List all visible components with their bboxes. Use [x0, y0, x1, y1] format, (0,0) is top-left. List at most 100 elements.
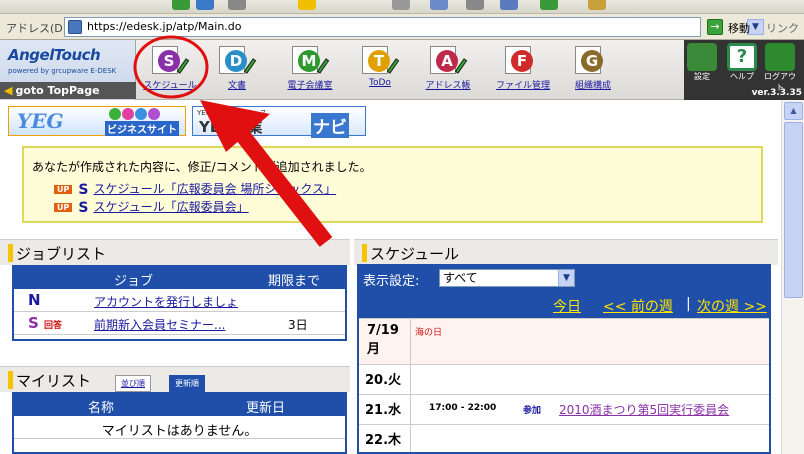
nav-todo[interactable]: T ToDo: [355, 44, 405, 88]
notice-link[interactable]: スケジュール「広報委員会」: [93, 200, 248, 214]
meeting-icon: M: [286, 44, 334, 78]
nav-label: 組織構成: [574, 81, 611, 91]
display-value: すべて: [443, 271, 478, 285]
nav-label: スケジュール: [143, 81, 197, 91]
refresh-icon[interactable]: [172, 0, 190, 10]
url-input[interactable]: https://edesk.jp/atp/Main.do ▼: [64, 17, 764, 37]
navi-tag-text: ナビ: [311, 113, 349, 138]
mylist-title: マイリスト: [16, 372, 92, 390]
address-bar: アドレス(D) https://edesk.jp/atp/Main.do ▼ →…: [0, 14, 804, 40]
help-button[interactable]: ? ヘルプ: [726, 43, 758, 82]
schedule-panel: 表示設定: すべて ▼ 今日 << 前の週 | 次の週 >> 7/19月 海の日…: [357, 264, 771, 454]
day-row: 20.火: [359, 364, 769, 394]
title-bar-accent: [8, 244, 13, 262]
home-icon[interactable]: [196, 0, 214, 10]
discuss-icon[interactable]: [500, 0, 518, 10]
day-label[interactable]: 7/19月: [359, 319, 411, 364]
nav-address-book[interactable]: A アドレス帳: [420, 44, 476, 91]
notice-link[interactable]: スケジュール「広報委員会 場所シダックス」: [93, 182, 336, 196]
help-icon: ?: [727, 43, 757, 71]
document-icon: D: [213, 44, 261, 78]
tab-order[interactable]: 並び順: [115, 375, 151, 392]
table-row: N アカウントを発行しましょ: [14, 289, 345, 312]
edit-icon[interactable]: [228, 0, 246, 10]
schedule-title: スケジュール: [370, 245, 459, 263]
job-due: 3日: [288, 318, 308, 332]
display-select[interactable]: すべて ▼: [439, 269, 575, 287]
day-label[interactable]: 21.水: [359, 395, 411, 424]
go-button[interactable]: 移動: [728, 20, 750, 36]
go-arrow-icon[interactable]: →: [707, 19, 723, 35]
mylist-table: 名称 更新日 マイリストはありません。: [12, 392, 347, 454]
new-n-icon: N: [28, 291, 41, 309]
navi-big-text: YEG事業: [199, 118, 263, 136]
col-updated: 更新日: [246, 401, 286, 416]
table-row: S 回答 前期新入会員セミナー... 3日: [14, 312, 345, 335]
research-icon[interactable]: [588, 0, 606, 10]
day-label[interactable]: 22.木: [359, 425, 411, 452]
notice-item: UP S スケジュール「広報委員会 場所シダックス」: [54, 180, 336, 198]
url-text: https://edesk.jp/atp/Main.do: [87, 20, 242, 33]
app-header: AngelTouch powered by grcupware E-DESK ◀…: [0, 40, 804, 100]
nav-conference[interactable]: M 電子会議室: [280, 44, 340, 91]
event-time: 17:00 - 22:00: [429, 403, 497, 413]
prev-week-link[interactable]: << 前の週: [603, 296, 673, 316]
exit-icon: [765, 43, 795, 71]
job-link[interactable]: 前期新入会員セミナー...: [94, 316, 225, 333]
reply-tag: 回答: [44, 321, 63, 331]
col-due: 期限まで: [268, 274, 321, 289]
schedule-filter-bar: 表示設定: すべて ▼: [359, 266, 769, 290]
empty-message: マイリストはありません。: [101, 424, 258, 439]
version-text: ver.3.3.35: [751, 88, 802, 98]
links-button[interactable]: リンク: [766, 20, 799, 36]
col-job: ジョブ: [114, 274, 154, 289]
media-icon[interactable]: [392, 0, 410, 10]
nav-documents[interactable]: D 文書: [212, 44, 262, 91]
tab-updated[interactable]: 更新順: [169, 375, 205, 392]
yeg-sub-text: ビジネスサイト: [105, 121, 179, 136]
page-icon: [68, 20, 82, 34]
system-menu: 設定 ? ヘルプ ログアウト ver.3.3.35: [684, 40, 804, 100]
next-week-link[interactable]: 次の週 >>: [697, 296, 767, 316]
angeltouch-logo[interactable]: AngelTouch powered by grcupware E-DESK ◀…: [0, 40, 136, 100]
nav-organization[interactable]: G 組織構成: [568, 44, 618, 91]
settings-button[interactable]: 設定: [686, 43, 718, 82]
scroll-up-icon[interactable]: ▲: [784, 102, 803, 120]
day-label[interactable]: 20.火: [359, 365, 411, 394]
yeg-logo-text: YEG: [17, 109, 64, 133]
day-row: 22.木: [359, 424, 769, 452]
yeg-business-banner[interactable]: YEG ビジネスサイト: [8, 106, 186, 136]
messenger-icon[interactable]: [540, 0, 558, 10]
col-name: 名称: [88, 401, 115, 416]
job-link[interactable]: アカウントを発行しましょ: [94, 293, 238, 310]
vertical-scrollbar[interactable]: ▲: [781, 100, 804, 454]
address-book-icon: A: [424, 44, 472, 78]
today-link[interactable]: 今日: [553, 296, 581, 316]
event-link[interactable]: 2010酒まつり第5回実行委員会: [559, 401, 729, 418]
brand-tagline: powered by grcupware E-DESK: [8, 67, 117, 75]
help-label: ヘルプ: [730, 72, 754, 81]
chevron-down-icon[interactable]: ▼: [558, 270, 574, 286]
nav-file-management[interactable]: F ファイル管理: [492, 44, 554, 91]
browser-toolbar: [0, 0, 804, 14]
notice-item: UP S スケジュール「広報委員会」: [54, 198, 249, 216]
display-label: 表示設定:: [363, 274, 420, 289]
up-badge: UP: [54, 203, 73, 212]
joblist-header: ジョブリスト: [0, 239, 350, 265]
print-icon[interactable]: [466, 0, 484, 10]
nav-label: 文書: [227, 81, 246, 91]
up-badge: UP: [54, 185, 73, 194]
yeg-navi-banner[interactable]: YEG企業データベース YEG事業 ナビ: [192, 106, 366, 138]
mail-icon[interactable]: [430, 0, 448, 10]
mylist-table-header: 名称 更新日: [14, 394, 345, 416]
goto-toppage-link[interactable]: ◀ goto TopPage: [0, 82, 136, 99]
scroll-thumb[interactable]: [784, 122, 803, 298]
nav-label: ToDo: [369, 78, 391, 88]
schedule-s-icon: S: [78, 181, 89, 198]
organization-icon: G: [569, 44, 617, 78]
logout-button[interactable]: ログアウト: [764, 43, 796, 93]
favorites-icon[interactable]: [298, 0, 316, 10]
brand-name: AngelTouch: [8, 46, 101, 64]
schedule-icon: S: [146, 44, 194, 78]
nav-schedule[interactable]: S スケジュール: [140, 44, 200, 91]
